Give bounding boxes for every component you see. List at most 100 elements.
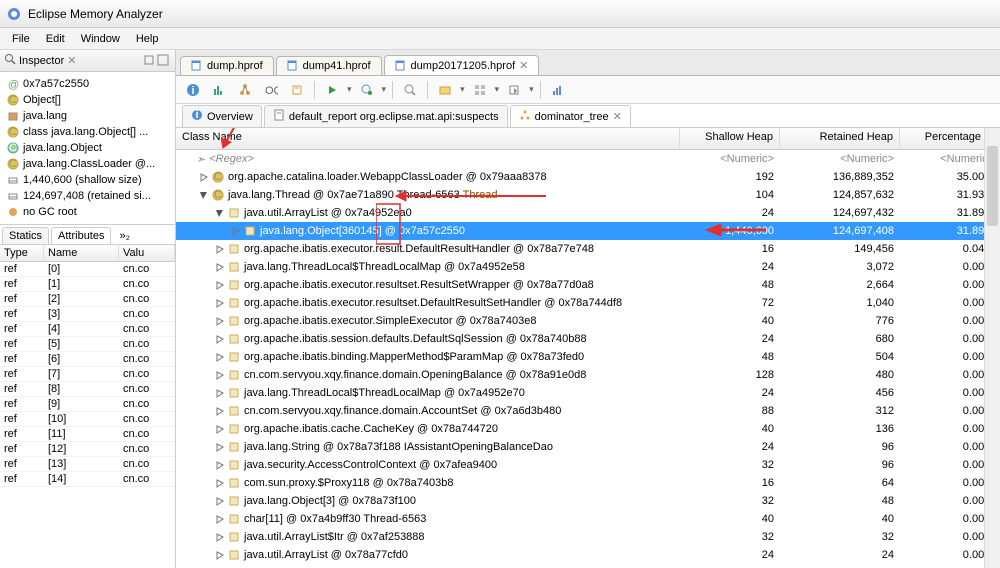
- tab-attributes[interactable]: Attributes: [51, 227, 111, 244]
- menu-edit[interactable]: Edit: [38, 31, 73, 47]
- close-icon[interactable]: ✕: [67, 54, 76, 67]
- close-icon[interactable]: ✕: [613, 110, 622, 123]
- attribute-row[interactable]: ref[13]cn.co: [0, 457, 175, 472]
- run-button[interactable]: [321, 79, 343, 101]
- expand-icon[interactable]: [214, 442, 225, 453]
- expand-icon[interactable]: [214, 316, 225, 327]
- expand-icon[interactable]: [214, 406, 225, 417]
- oql-button[interactable]: OQL: [260, 79, 282, 101]
- export-button[interactable]: [503, 79, 525, 101]
- inspector-node[interactable]: Cjava.lang.ClassLoader @...: [2, 156, 173, 172]
- table-row[interactable]: java.util.ArrayList @ 0x7a4952ea024124,6…: [176, 204, 1000, 222]
- table-row[interactable]: com.sun.proxy.$Proxy118 @ 0x78a7403b8166…: [176, 474, 1000, 492]
- table-row[interactable]: org.apache.ibatis.executor.result.Defaul…: [176, 240, 1000, 258]
- table-row[interactable]: org.apache.ibatis.session.defaults.Defau…: [176, 330, 1000, 348]
- attribute-row[interactable]: ref[10]cn.co: [0, 412, 175, 427]
- editor-tab[interactable]: dump.hprof: [180, 56, 274, 75]
- inspector-node[interactable]: Cclass java.lang.Object[] ...: [2, 124, 173, 140]
- attribute-row[interactable]: ref[3]cn.co: [0, 307, 175, 322]
- attribute-row[interactable]: ref[1]cn.co: [0, 277, 175, 292]
- expand-icon[interactable]: [198, 190, 209, 201]
- inspector-node[interactable]: Cjava.lang.Object: [2, 140, 173, 156]
- tab-statics[interactable]: Statics: [2, 227, 49, 244]
- attribute-row[interactable]: ref[6]cn.co: [0, 352, 175, 367]
- expand-icon[interactable]: [214, 550, 225, 561]
- table-row[interactable]: cn.com.servyou.xqy.finance.domain.Openin…: [176, 366, 1000, 384]
- vertical-scrollbar[interactable]: [984, 128, 1000, 568]
- attribute-row[interactable]: ref[0]cn.co: [0, 262, 175, 277]
- attribute-row[interactable]: ref[4]cn.co: [0, 322, 175, 337]
- chart-button[interactable]: [547, 79, 569, 101]
- menu-help[interactable]: Help: [128, 31, 167, 47]
- regex-filter-row[interactable]: ➣<Regex> <Numeric> <Numeric> <Numeric>: [176, 150, 1000, 168]
- table-row[interactable]: org.apache.ibatis.cache.CacheKey @ 0x78a…: [176, 420, 1000, 438]
- subtab-overview[interactable]: iOverview: [182, 105, 262, 127]
- inspector-node[interactable]: CObject[]: [2, 92, 173, 108]
- thread-button[interactable]: [286, 79, 308, 101]
- query-button[interactable]: [356, 79, 378, 101]
- inspector-node[interactable]: 1,440,600 (shallow size): [2, 172, 173, 188]
- table-row[interactable]: java.lang.Object[3] @ 0x78a73f10032480.0…: [176, 492, 1000, 510]
- attribute-row[interactable]: ref[9]cn.co: [0, 397, 175, 412]
- expand-icon[interactable]: [214, 352, 225, 363]
- col-shallow[interactable]: Shallow Heap: [680, 128, 780, 149]
- table-row[interactable]: java.lang.ThreadLocal$ThreadLocalMap @ 0…: [176, 258, 1000, 276]
- nav-button[interactable]: [434, 79, 456, 101]
- expand-icon[interactable]: [214, 532, 225, 543]
- attribute-row[interactable]: ref[8]cn.co: [0, 382, 175, 397]
- expand-icon[interactable]: [198, 172, 209, 183]
- menu-window[interactable]: Window: [73, 31, 128, 47]
- subtab-default_report[interactable]: default_report org.eclipse.mat.api:suspe…: [264, 105, 508, 127]
- attribute-row[interactable]: ref[5]cn.co: [0, 337, 175, 352]
- histogram-button[interactable]: [208, 79, 230, 101]
- col-name[interactable]: Name: [44, 245, 119, 262]
- table-row[interactable]: char[11] @ 0x7a4b9ff30 Thread-656340400.…: [176, 510, 1000, 528]
- attribute-row[interactable]: ref[12]cn.co: [0, 442, 175, 457]
- group-button[interactable]: [469, 79, 491, 101]
- tab-more[interactable]: »₂: [113, 228, 135, 244]
- table-row[interactable]: java.lang.Object[360145] @ 0x7a57c25501,…: [176, 222, 1000, 240]
- inspector-node[interactable]: java.lang: [2, 108, 173, 124]
- minimize-icon[interactable]: [143, 54, 157, 68]
- col-type[interactable]: Type: [0, 245, 44, 262]
- expand-icon[interactable]: [214, 514, 225, 525]
- subtab-dominator_tree[interactable]: dominator_tree ✕: [510, 105, 631, 127]
- expand-icon[interactable]: [214, 388, 225, 399]
- attribute-row[interactable]: ref[11]cn.co: [0, 427, 175, 442]
- editor-tab[interactable]: dump41.hprof: [276, 56, 382, 75]
- info-button[interactable]: i: [182, 79, 204, 101]
- expand-icon[interactable]: [214, 478, 225, 489]
- col-retained[interactable]: Retained Heap: [780, 128, 900, 149]
- expand-icon[interactable]: [230, 226, 241, 237]
- table-row[interactable]: java.lang.String @ 0x78a73f188 IAssistan…: [176, 438, 1000, 456]
- dominator-tree-button[interactable]: [234, 79, 256, 101]
- table-row[interactable]: java.util.ArrayList @ 0x78a77cfd024240.0…: [176, 546, 1000, 564]
- table-row[interactable]: java.lang.ThreadLocal$ThreadLocalMap @ 0…: [176, 384, 1000, 402]
- expand-icon[interactable]: [214, 370, 225, 381]
- col-value[interactable]: Valu: [119, 245, 175, 262]
- menu-file[interactable]: File: [4, 31, 38, 47]
- table-row[interactable]: Corg.apache.catalina.loader.WebappClassL…: [176, 168, 1000, 186]
- expand-icon[interactable]: [214, 334, 225, 345]
- col-classname[interactable]: Class Name: [176, 128, 680, 149]
- table-row[interactable]: org.apache.ibatis.executor.resultset.Def…: [176, 294, 1000, 312]
- expand-icon[interactable]: [214, 262, 225, 273]
- table-row[interactable]: org.apache.ibatis.executor.SimpleExecuto…: [176, 312, 1000, 330]
- expand-icon[interactable]: [214, 298, 225, 309]
- table-row[interactable]: org.apache.ibatis.executor.result.Defaul…: [176, 564, 1000, 568]
- attribute-row[interactable]: ref[2]cn.co: [0, 292, 175, 307]
- inspector-node[interactable]: @0x7a57c2550: [2, 76, 173, 92]
- expand-icon[interactable]: [214, 424, 225, 435]
- expand-icon[interactable]: [214, 280, 225, 291]
- table-row[interactable]: cn.com.servyou.xqy.finance.domain.Accoun…: [176, 402, 1000, 420]
- table-row[interactable]: java.security.AccessControlContext @ 0x7…: [176, 456, 1000, 474]
- expand-icon[interactable]: [214, 208, 225, 219]
- editor-tab[interactable]: dump20171205.hprof ✕: [384, 55, 540, 75]
- attribute-row[interactable]: ref[14]cn.co: [0, 472, 175, 487]
- table-row[interactable]: java.util.ArrayList$Itr @ 0x7af253888323…: [176, 528, 1000, 546]
- table-row[interactable]: org.apache.ibatis.binding.MapperMethod$P…: [176, 348, 1000, 366]
- table-row[interactable]: Cjava.lang.Thread @ 0x7ae71a890 Thread-6…: [176, 186, 1000, 204]
- close-icon[interactable]: ✕: [519, 59, 528, 72]
- table-row[interactable]: org.apache.ibatis.executor.resultset.Res…: [176, 276, 1000, 294]
- find-button[interactable]: [399, 79, 421, 101]
